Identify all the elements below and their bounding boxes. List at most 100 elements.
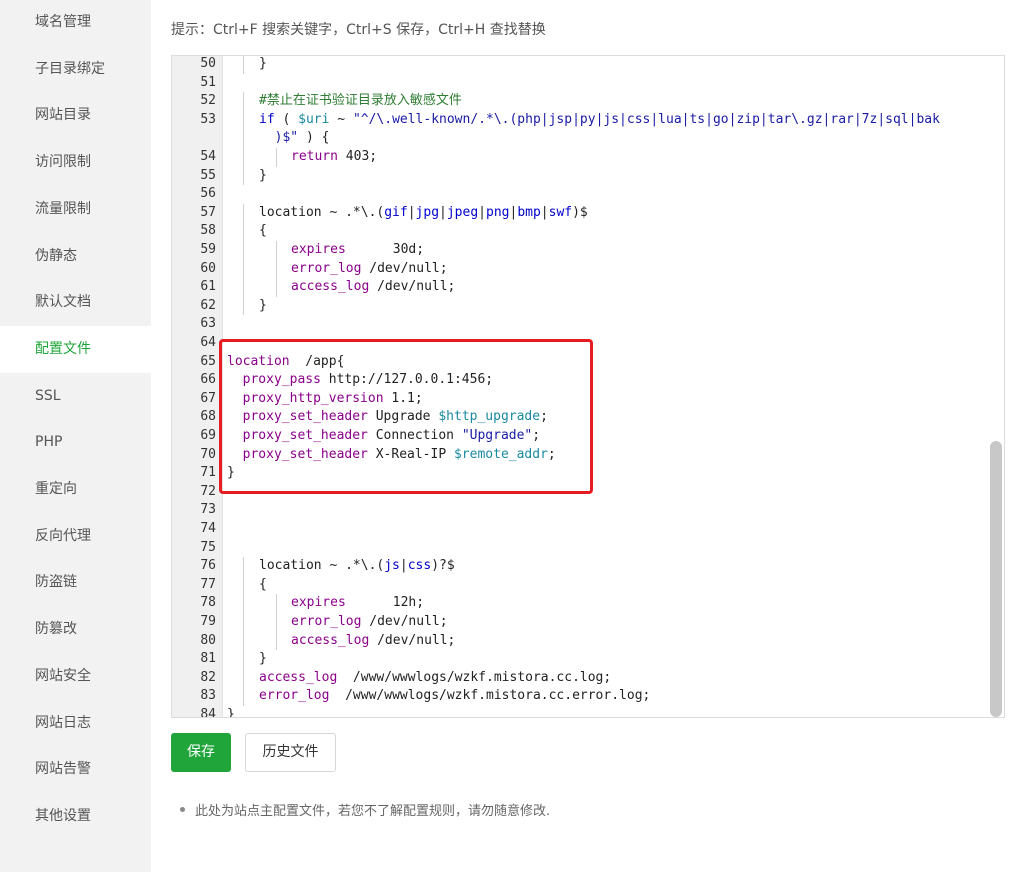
indent-guide (243, 613, 244, 632)
sidebar-item[interactable]: 域名管理 (0, 0, 151, 46)
code-line: 80 access_log /dev/null; (172, 632, 1002, 651)
code-token: $uri (298, 111, 330, 127)
code-token: )?$ (431, 558, 455, 574)
sidebar-item[interactable]: SSL (0, 373, 151, 420)
code-token: /dev/null; (361, 614, 448, 629)
code-line: 63 (172, 315, 1002, 334)
indent-guide (243, 594, 244, 613)
code-line: 79 error_log /dev/null; (172, 613, 1002, 632)
config-note: 此处为站点主配置文件，若您不了解配置规则，请勿随意修改. (180, 800, 550, 819)
line-number: 52 (200, 93, 216, 109)
sidebar-item[interactable]: 流量限制 (0, 186, 151, 233)
sidebar-item[interactable]: 网站安全 (0, 653, 151, 700)
line-number: 75 (200, 539, 216, 555)
sidebar-item[interactable]: 子目录绑定 (0, 46, 151, 93)
line-text: location ~ .*\.(js|css)?$ (259, 557, 455, 576)
indent-guide (243, 668, 244, 688)
line-text: if ( $uri ~ "^/\.well-known/.*\.(php|jsp… (259, 111, 940, 130)
line-number: 65 (200, 353, 216, 369)
sidebar-item[interactable]: 防篡改 (0, 606, 151, 653)
sidebar-item[interactable]: 网站告警 (0, 746, 151, 793)
sidebar-item[interactable]: 网站目录 (0, 92, 151, 139)
code-token: } (259, 167, 267, 183)
sidebar-item[interactable]: 防盗链 (0, 559, 151, 606)
code-token: gif (384, 204, 408, 220)
code-line: 77 { (172, 576, 1002, 595)
sidebar-item[interactable]: 配置文件 (0, 325, 151, 373)
indent-guide (276, 278, 277, 297)
code-token: | (439, 204, 447, 220)
line-text: } (259, 650, 267, 669)
history-file-button[interactable]: 历史文件 (245, 733, 336, 772)
indent-guide (243, 129, 244, 148)
sidebar-item[interactable]: 反向代理 (0, 513, 151, 560)
line-number: 79 (200, 614, 216, 629)
indent-guide (243, 56, 244, 74)
indent-guide (243, 203, 244, 223)
line-number: 72 (200, 483, 216, 499)
code-token: } (259, 56, 267, 71)
code-token: } (259, 651, 267, 667)
line-number: 74 (200, 521, 216, 536)
code-token: | (407, 204, 416, 220)
line-text: access_log /www/wwwlogs/wzkf.mistora.cc.… (259, 669, 611, 688)
line-number: 71 (200, 465, 216, 481)
code-token: } (227, 707, 235, 718)
line-number: 78 (200, 595, 216, 611)
sidebar-item[interactable]: 其他设置 (0, 793, 151, 840)
line-number: 64 (200, 335, 216, 350)
sidebar-item[interactable]: 重定向 (0, 466, 151, 513)
line-number: 56 (200, 186, 216, 202)
save-button[interactable]: 保存 (171, 733, 231, 772)
code-line: 74 (172, 520, 1002, 539)
code-token: return (291, 149, 338, 164)
code-token: error_log (291, 614, 362, 629)
code-line: 61 access_log /dev/null; (172, 278, 1002, 297)
code-token: expires (291, 242, 346, 257)
line-number: 54 (200, 149, 216, 164)
sidebar-item[interactable]: 伪静态 (0, 233, 151, 280)
line-number: 81 (200, 651, 216, 667)
line-text: { (259, 222, 267, 241)
code-token: jpeg (446, 204, 479, 220)
line-text: { (259, 576, 267, 595)
code-token: css (407, 558, 432, 574)
code-token: access_log (291, 632, 370, 648)
sidebar-item[interactable]: 访问限制 (0, 139, 151, 186)
indent-guide (276, 613, 277, 632)
code-line: 76 location ~ .*\.(js|css)?$ (172, 557, 1002, 576)
bullet-icon (180, 807, 185, 812)
code-line: 51 (172, 74, 1002, 93)
code-token: js (384, 558, 400, 574)
code-token: | (540, 204, 549, 220)
indent-guide (276, 594, 277, 613)
code-token: /dev/null; (361, 260, 448, 276)
editor-scrollbar[interactable] (990, 441, 1002, 717)
code-line: 54 return 403; (172, 148, 1002, 167)
code-line: 62} (172, 297, 1002, 316)
line-text: )$" ) { (259, 129, 330, 148)
line-number: 51 (200, 74, 216, 90)
line-number: 70 (200, 446, 216, 462)
indent-guide (243, 687, 244, 706)
code-line: 75 (172, 539, 1002, 558)
line-number: 76 (200, 558, 216, 574)
line-number: 61 (200, 279, 216, 295)
line-text: access_log /dev/null; (291, 632, 455, 651)
sidebar: 域名管理 子目录绑定 网站目录 访问限制 流量限制 伪静态 默认文档 配置文件 SSL PHP 重定… (0, 0, 151, 872)
line-text: } (259, 56, 267, 74)
line-number: 50 (200, 56, 216, 71)
code-token: ( (274, 111, 299, 127)
indent-guide (243, 575, 244, 595)
sidebar-item[interactable]: 默认文档 (0, 279, 151, 326)
code-line: 78 expires 12h; (172, 594, 1002, 613)
sidebar-item[interactable]: 网站日志 (0, 700, 151, 747)
code-token: /dev/null; (369, 279, 456, 295)
line-number: 53 (200, 111, 216, 127)
shortcut-hint: 提示：Ctrl+F 搜索关键字，Ctrl+S 保存，Ctrl+H 查找替换 (171, 22, 546, 38)
code-token: )$ (572, 204, 588, 220)
line-text: } (259, 167, 267, 186)
code-token: access_log (259, 669, 338, 685)
sidebar-item[interactable]: PHP (0, 419, 151, 466)
code-token: ~ (329, 111, 353, 127)
